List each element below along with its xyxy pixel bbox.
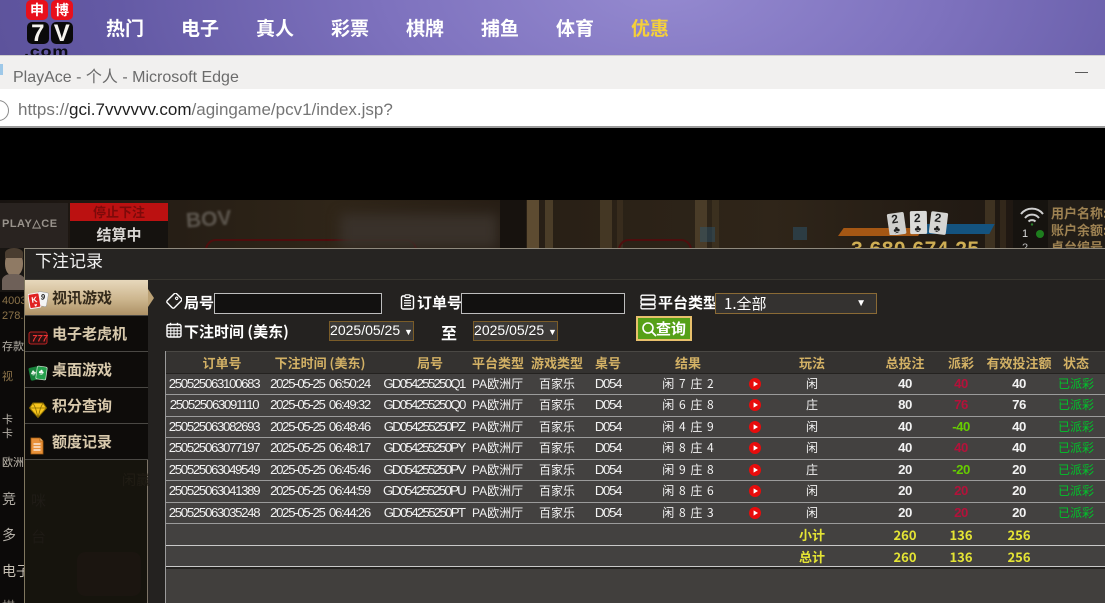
svg-text:2: 2	[914, 211, 921, 225]
svg-text:♣: ♣	[915, 224, 922, 235]
svg-text:777: 777	[31, 332, 48, 345]
